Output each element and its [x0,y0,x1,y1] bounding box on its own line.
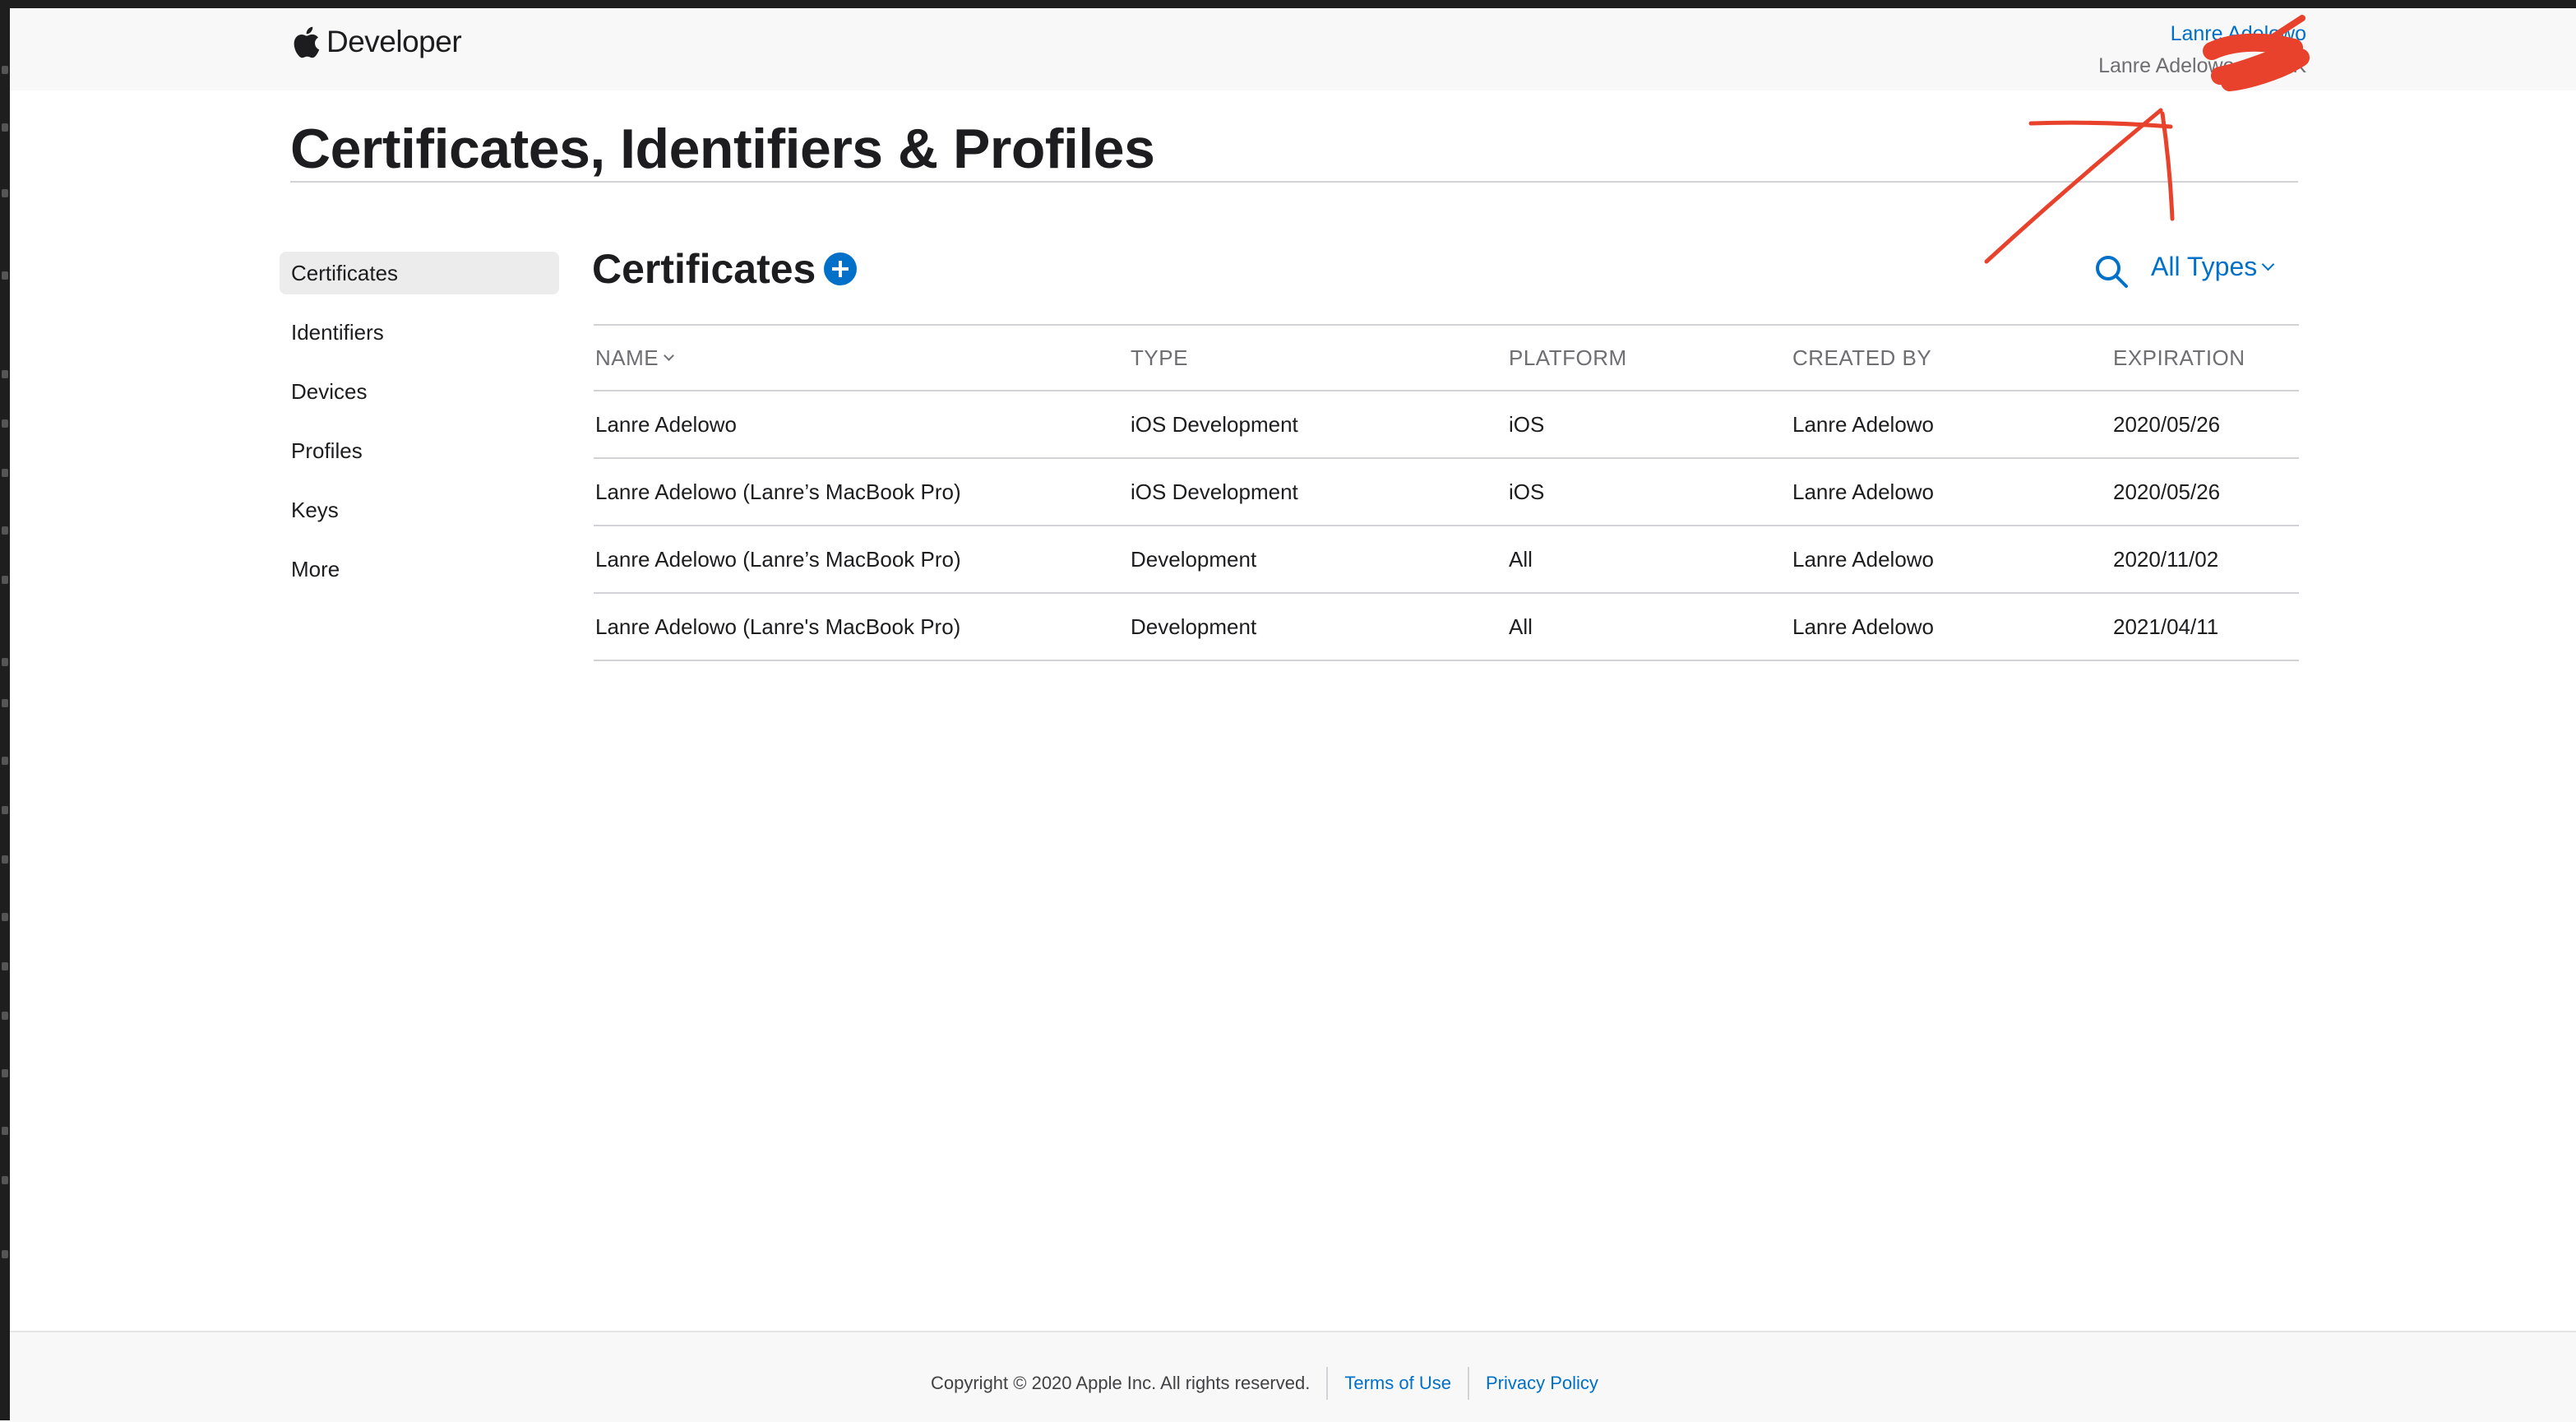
brand-label: Developer [326,25,462,58]
title-divider [290,181,2298,183]
search-icon[interactable] [2093,253,2130,289]
account-team-label: Lanre Adelowo - 2VDK [2098,54,2306,77]
sidebar-item-profiles[interactable]: Profiles [280,429,559,472]
edge-glyph [2,1127,8,1135]
edge-glyph [2,419,8,428]
cell-expiration: 2020/05/26 [2113,411,2221,437]
window-top-strip [0,0,2576,8]
cell-platform: All [1509,614,1533,639]
footer-links: Copyright © 2020 Apple Inc. All rights r… [931,1367,1615,1400]
cell-name: Lanre Adelowo [595,411,738,437]
terms-of-use-link[interactable]: Terms of Use [1326,1367,1468,1400]
table-header: NAME TYPE PLATFORM CREATED BY EXPIRATION [594,324,2299,391]
edge-glyph [2,757,8,765]
add-certificate-button[interactable] [824,252,858,285]
global-footer: Copyright © 2020 Apple Inc. All rights r… [10,1331,2576,1422]
table-row[interactable]: Lanre Adelowo (Lanre's MacBook Pro) Deve… [594,594,2299,661]
account-menu[interactable]: Lanre Adelowo Lanre Adelowo - 2VDK [2098,18,2306,82]
cell-type: Development [1131,546,1257,572]
sidebar-item-more[interactable]: More [280,548,559,591]
column-header-platform[interactable]: PLATFORM [1509,345,1792,371]
red-annotation-overlay [1984,15,2310,264]
global-header: Developer Lanre Adelowo Lanre Adelowo - … [10,8,2576,90]
edge-glyph [2,962,8,970]
cell-type: iOS Development [1131,479,1298,504]
edge-glyph [2,370,8,378]
sidebar-item-certificates[interactable]: Certificates [280,252,559,294]
arrow-stroke [2028,120,2173,129]
edge-glyph [2,1250,8,1258]
edge-glyph [2,66,8,74]
section-header: Certificates [592,245,858,293]
edge-glyph [2,123,8,132]
cell-name: Lanre Adelowo (Lanre’s MacBook Pro) [595,546,961,572]
cell-created-by: Lanre Adelowo [1792,614,1935,639]
arrow-stroke [2160,111,2175,221]
sidebar-item-devices[interactable]: Devices [280,370,559,413]
table-row[interactable]: Lanre Adelowo (Lanre’s MacBook Pro) Deve… [594,526,2299,594]
cell-platform: iOS [1509,411,1545,437]
column-header-expiration[interactable]: EXPIRATION [2113,345,2299,371]
developer-brand[interactable]: Developer [292,25,462,59]
edge-glyph [2,806,8,814]
edge-glyph [2,271,8,280]
window-left-strip [0,0,10,1420]
plus-icon [832,261,849,277]
column-header-type[interactable]: TYPE [1131,345,1509,371]
edge-glyph [2,658,8,666]
column-header-name[interactable]: NAME [594,345,1131,371]
account-name-link[interactable]: Lanre Adelowo [2098,18,2306,49]
cell-expiration: 2020/11/02 [2113,546,2219,572]
cell-platform: All [1509,546,1533,572]
chevron-down-icon [2261,257,2275,271]
edge-glyph [2,1176,8,1184]
sidebar-nav: Certificates Identifiers Devices Profile… [280,252,559,607]
cell-name: Lanre Adelowo (Lanre’s MacBook Pro) [595,479,961,504]
table-row[interactable]: Lanre Adelowo iOS Development iOS Lanre … [594,391,2299,459]
column-header-created-by[interactable]: CREATED BY [1792,345,2113,371]
type-filter-dropdown[interactable]: All Types [2151,252,2275,282]
column-header-label: NAME [595,345,659,370]
cell-created-by: Lanre Adelowo [1792,411,1935,437]
copyright-text: Copyright © 2020 Apple Inc. All rights r… [931,1373,1311,1393]
edge-glyph [2,576,8,584]
edge-glyph [2,855,8,864]
cell-platform: iOS [1509,479,1545,504]
edge-glyph [2,1012,8,1020]
certificates-table: NAME TYPE PLATFORM CREATED BY EXPIRATION… [594,324,2299,661]
edge-glyph [2,526,8,535]
cell-name: Lanre Adelowo (Lanre's MacBook Pro) [595,614,961,639]
edge-glyph [2,913,8,921]
cell-created-by: Lanre Adelowo [1792,546,1935,572]
cell-created-by: Lanre Adelowo [1792,479,1935,504]
apple-logo-icon [294,26,320,58]
table-row[interactable]: Lanre Adelowo (Lanre’s MacBook Pro) iOS … [594,459,2299,526]
sidebar-item-identifiers[interactable]: Identifiers [280,311,559,354]
cell-type: Development [1131,614,1257,639]
edge-glyph [2,1069,8,1077]
cell-expiration: 2021/04/11 [2113,614,2219,639]
section-title: Certificates [592,246,816,292]
sort-chevron-icon [664,350,674,361]
type-filter-label: All Types [2151,252,2258,281]
cell-expiration: 2020/05/26 [2113,479,2221,504]
page-title: Certificates, Identifiers & Profiles [290,118,1155,180]
edge-glyph [2,189,8,197]
privacy-policy-link[interactable]: Privacy Policy [1467,1367,1615,1400]
arrow-stroke [1984,108,2163,264]
sidebar-item-keys[interactable]: Keys [280,489,559,531]
edge-glyph [2,699,8,707]
edge-glyph [2,469,8,477]
cell-type: iOS Development [1131,411,1298,437]
